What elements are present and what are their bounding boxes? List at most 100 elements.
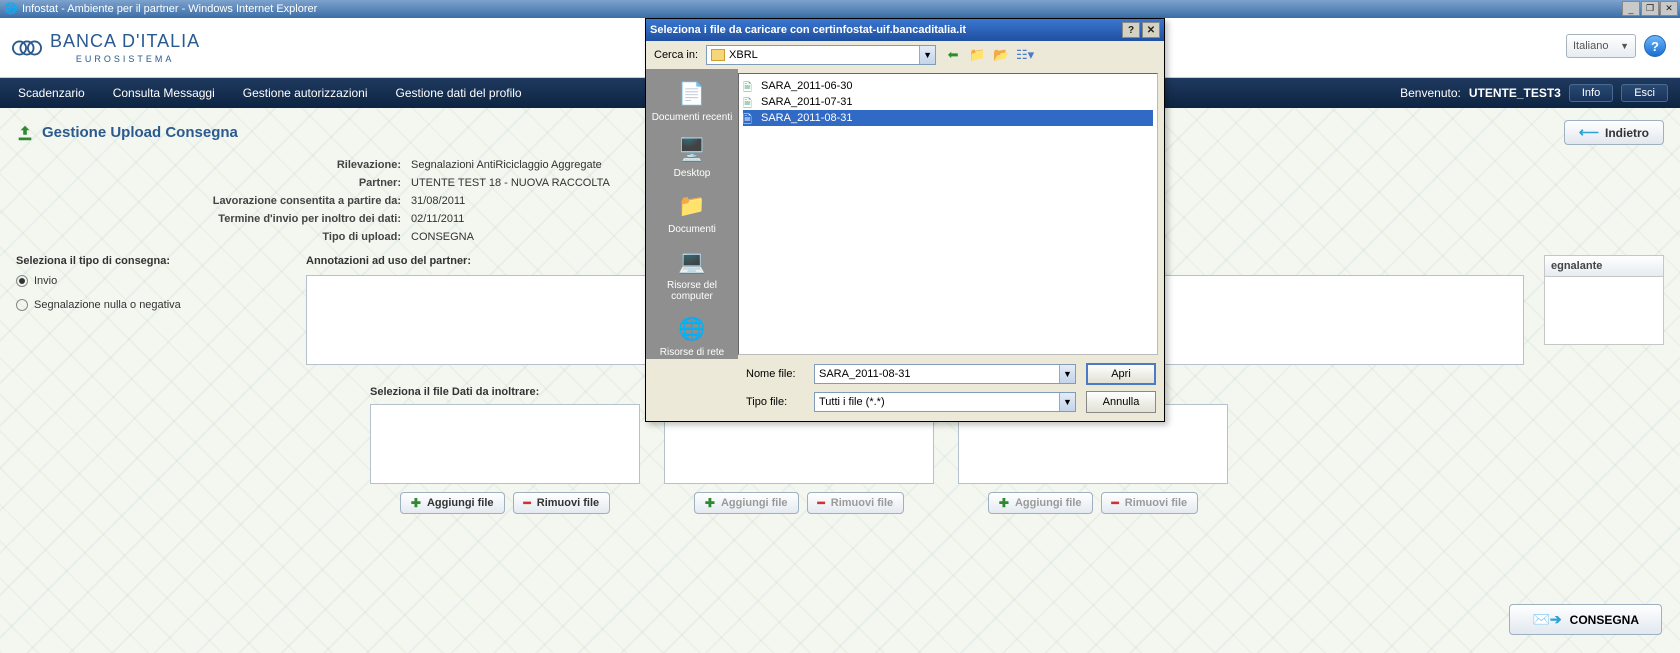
file-item-label: SARA_2011-07-31 <box>761 96 853 108</box>
minus-icon: ━ <box>818 496 825 510</box>
window-close-button[interactable]: ✕ <box>1660 1 1678 16</box>
cancel-button[interactable]: Annulla <box>1086 391 1156 413</box>
place-label: Risorse del computer <box>650 280 734 302</box>
add-file-button: ✚Aggiungi file <box>694 492 799 514</box>
file-open-dialog: Seleziona i file da caricare con certinf… <box>645 18 1165 422</box>
file-icon: 🗎 <box>743 95 757 109</box>
filetype-label: Tipo file: <box>746 396 804 408</box>
back-button-label: Indietro <box>1605 126 1649 140</box>
nav-gestione-autorizzazioni[interactable]: Gestione autorizzazioni <box>243 86 368 100</box>
places-item[interactable]: 🌐 Risorse di rete <box>650 310 734 362</box>
places-item[interactable]: 📄 Documenti recenti <box>650 75 734 127</box>
arrow-left-icon: ⟵ <box>1579 124 1599 141</box>
info-value: CONSEGNA <box>411 231 474 243</box>
brand-name: BANCA D'ITALIA <box>50 31 200 52</box>
ie-title-text: Infostat - Ambiente per il partner - Win… <box>22 3 317 15</box>
place-label: Desktop <box>650 168 734 179</box>
info-button[interactable]: Info <box>1569 84 1613 102</box>
file-dropzone[interactable] <box>370 404 640 484</box>
dialog-title-text: Seleziona i file da caricare con certinf… <box>650 24 966 36</box>
window-minimize-button[interactable]: _ <box>1622 1 1640 16</box>
folder-icon <box>711 49 725 61</box>
info-label: Tipo di upload: <box>186 231 401 243</box>
window-restore-button[interactable]: ❐ <box>1641 1 1659 16</box>
nav-gestione-dati-profilo[interactable]: Gestione dati del profilo <box>396 86 522 100</box>
info-value: Segnalazioni AntiRiciclaggio Aggregate <box>411 159 602 171</box>
places-item[interactable]: 💻Risorse del computer <box>650 243 734 306</box>
search-in-label: Cerca in: <box>654 49 698 61</box>
file-item-label: SARA_2011-08-31 <box>761 112 853 124</box>
chevron-down-icon: ▼ <box>1059 365 1075 383</box>
help-icon: ? <box>1651 39 1659 54</box>
info-value: UTENTE TEST 18 - NUOVA RACCOLTA <box>411 177 610 189</box>
dialog-help-button[interactable]: ? <box>1122 22 1140 38</box>
segnalante-body <box>1544 277 1664 345</box>
file-icon: 🗎 <box>743 79 757 93</box>
view-menu-icon[interactable]: ☷▾ <box>1016 46 1034 64</box>
consegna-button[interactable]: ✉️➔ CONSEGNA <box>1509 604 1662 635</box>
info-label: Termine d'invio per inoltro dei dati: <box>186 213 401 225</box>
info-label: Lavorazione consentita a partire da: <box>186 195 401 207</box>
filetype-combo[interactable]: Tutti i file (*.*) ▼ <box>814 392 1076 412</box>
plus-icon: ✚ <box>705 496 715 510</box>
language-select[interactable]: Italiano ▼ <box>1566 34 1636 58</box>
ie-icon: 🌐 <box>4 2 18 16</box>
minus-icon: ━ <box>1112 496 1119 510</box>
place-label: Risorse di rete <box>650 347 734 358</box>
file-item[interactable]: 🗎 SARA_2011-07-31 <box>743 94 1153 110</box>
place-label: Documenti <box>650 224 734 235</box>
radio-icon <box>16 299 28 311</box>
help-button[interactable]: ? <box>1644 35 1666 57</box>
radio-null-label: Segnalazione nulla o negativa <box>34 299 181 311</box>
dialog-toolbar: Cerca in: XBRL ▼ ⬅ 📁 📂 ☷▾ <box>646 41 1164 69</box>
place-label: Documenti recenti <box>650 112 734 123</box>
chevron-down-icon: ▼ <box>919 46 935 64</box>
ie-titlebar: 🌐 Infostat - Ambiente per il partner - W… <box>0 0 1680 18</box>
filename-value: SARA_2011-08-31 <box>819 368 911 380</box>
nav-back-icon[interactable]: ⬅ <box>944 46 962 64</box>
filename-label: Nome file: <box>746 368 804 380</box>
radio-invio[interactable]: Invio <box>16 275 286 287</box>
dialog-close-button[interactable]: ✕ <box>1142 22 1160 38</box>
filename-combo[interactable]: SARA_2011-08-31 ▼ <box>814 364 1076 384</box>
brand-sub: EUROSISTEMA <box>50 54 200 64</box>
plus-icon: ✚ <box>411 496 421 510</box>
place-icon: 🌐 <box>675 314 709 344</box>
new-folder-icon[interactable]: 📂 <box>992 46 1010 64</box>
dialog-titlebar: Seleziona i file da caricare con certinf… <box>646 19 1164 41</box>
delivery-section-title: Seleziona il tipo di consegna: <box>16 255 286 267</box>
exit-button[interactable]: Esci <box>1621 84 1668 102</box>
minus-icon: ━ <box>524 496 531 510</box>
radio-invio-label: Invio <box>34 275 57 287</box>
radio-segnalazione-nulla[interactable]: Segnalazione nulla o negativa <box>16 299 286 311</box>
add-file-button[interactable]: ✚Aggiungi file <box>400 492 505 514</box>
welcome-label: Benvenuto: <box>1400 86 1461 100</box>
place-icon: 📄 <box>675 79 709 109</box>
back-button[interactable]: ⟵ Indietro <box>1564 120 1664 145</box>
file-icon: 🗎 <box>743 111 757 125</box>
remove-file-button[interactable]: ━Rimuovi file <box>513 492 611 514</box>
remove-file-button: ━Rimuovi file <box>1101 492 1199 514</box>
file-item[interactable]: 🗎SARA_2011-06-30 <box>743 78 1153 94</box>
file-select-label: Seleziona il file Dati da inoltrare: <box>370 386 640 398</box>
places-item[interactable]: 📁 Documenti <box>650 187 734 239</box>
places-bar: 📄 Documenti recenti 🖥️Desktop 📁 Documenti 💻Ri… <box>646 69 738 359</box>
folder-combo[interactable]: XBRL ▼ <box>706 45 936 65</box>
info-label: Partner: <box>186 177 401 189</box>
up-folder-icon[interactable]: 📁 <box>968 46 986 64</box>
place-icon: 📁 <box>675 191 709 221</box>
consegna-btn-label: CONSEGNA <box>1570 613 1639 627</box>
filetype-value: Tutti i file (*.*) <box>819 396 885 408</box>
file-item[interactable]: 🗎 SARA_2011-08-31 <box>743 110 1153 126</box>
nav-consulta-messaggi[interactable]: Consulta Messaggi <box>113 86 215 100</box>
places-item[interactable]: 🖥️Desktop <box>650 131 734 183</box>
add-file-button: ✚Aggiungi file <box>988 492 1093 514</box>
file-list-pane[interactable]: 🗎SARA_2011-06-30🗎SARA_2011-07-31🗎SARA_20… <box>738 73 1158 355</box>
info-value: 02/11/2011 <box>411 213 464 225</box>
plus-icon: ✚ <box>999 496 1009 510</box>
chevron-down-icon: ▼ <box>1620 41 1629 51</box>
segnalante-header: egnalante <box>1544 255 1664 277</box>
chevron-down-icon: ▼ <box>1059 393 1075 411</box>
open-button[interactable]: Apri <box>1086 363 1156 385</box>
nav-scadenzario[interactable]: Scadenzario <box>18 86 85 100</box>
